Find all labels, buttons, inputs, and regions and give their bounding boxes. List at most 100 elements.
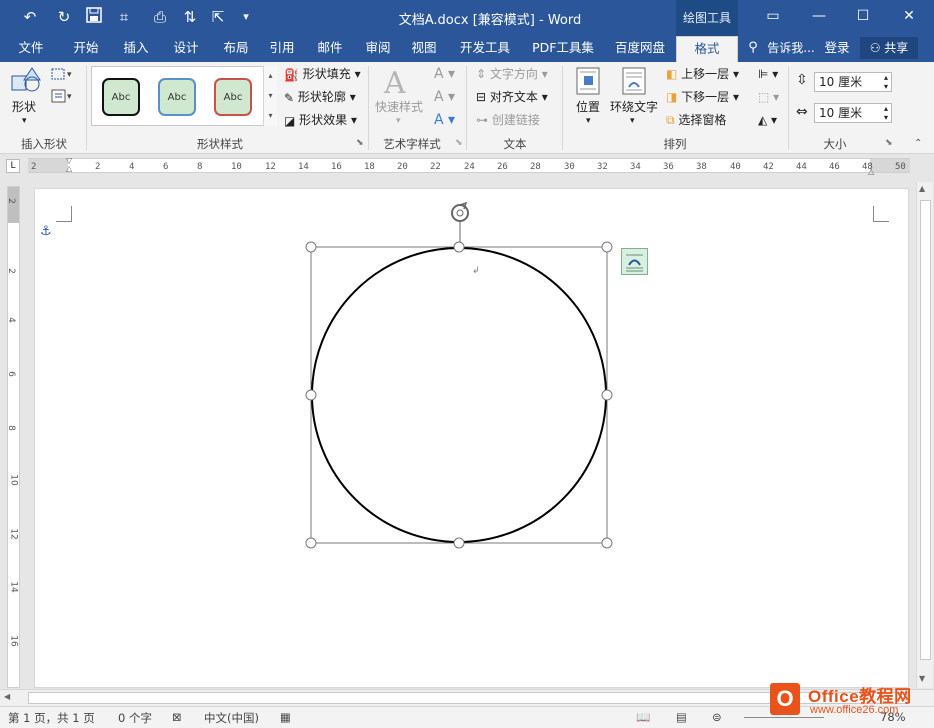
ribbon-display-icon[interactable]: ▭ — [762, 6, 784, 26]
shape-styles-gallery[interactable]: Abc Abc Abc — [91, 66, 277, 126]
rotate-handle-icon[interactable] — [451, 201, 469, 222]
quick-styles-button[interactable]: 快速样式 — [375, 98, 423, 116]
align-icon[interactable]: ⊫ ▾ — [758, 65, 778, 83]
print-preview-icon[interactable]: ⎙ — [150, 7, 170, 27]
text-box-icon[interactable]: ▾ — [50, 88, 76, 104]
tell-me-box[interactable]: 告诉我... — [762, 36, 820, 62]
quick-styles-dropdown-icon[interactable]: ▾ — [396, 116, 401, 126]
text-direction-button[interactable]: ⇕ 文字方向 ▾ — [476, 65, 548, 83]
create-link-button[interactable]: ⊶ 创建链接 — [476, 111, 540, 129]
resize-handle[interactable] — [305, 241, 317, 253]
position-icon[interactable] — [576, 67, 600, 95]
resize-handle[interactable] — [453, 537, 465, 549]
shape-width-value: 10 厘米 — [819, 106, 863, 120]
scroll-up-icon[interactable]: ▲ — [919, 184, 925, 193]
tab-design[interactable]: 设计 — [164, 36, 208, 62]
gallery-scroll[interactable]: ▴ ▾ ▾ — [263, 66, 277, 126]
shape-dropdown-icon[interactable]: ▾ — [22, 116, 27, 126]
tab-pdf-tools[interactable]: PDF工具集 — [526, 36, 600, 62]
collapse-ribbon-icon[interactable]: ⌃ — [914, 138, 922, 149]
rotate-icon[interactable]: ◭ ▾ — [758, 111, 777, 129]
shape-style-preset[interactable]: Abc — [214, 78, 252, 116]
layout-options-icon[interactable] — [621, 248, 648, 275]
tab-references[interactable]: 引用 — [260, 36, 304, 62]
resize-handle[interactable] — [601, 537, 613, 549]
group-objects-icon[interactable]: ⬚ ▾ — [758, 88, 779, 106]
text-effects-icon[interactable]: A ▾ — [434, 111, 455, 129]
resize-handle[interactable] — [453, 241, 465, 253]
selection-pane-button[interactable]: ⧉ 选择窗格 — [666, 111, 726, 129]
customize-qat-icon[interactable]: ▾ — [236, 7, 256, 27]
login-link[interactable]: 登录 — [818, 36, 856, 62]
tab-selector[interactable]: L — [6, 159, 20, 173]
web-layout-icon[interactable]: ⊜ — [712, 710, 722, 724]
print-layout-icon[interactable]: ▤ — [676, 710, 687, 724]
save-icon[interactable] — [84, 7, 104, 28]
resize-handle[interactable] — [601, 241, 613, 253]
tab-layout[interactable]: 布局 — [214, 36, 258, 62]
quick-styles-icon[interactable]: A — [384, 66, 406, 101]
touch-mode-icon[interactable]: ⇅ — [180, 7, 200, 27]
tab-view[interactable]: 视图 — [402, 36, 446, 62]
resize-handle[interactable] — [305, 389, 317, 401]
indent-marker[interactable]: ▽ △ — [66, 157, 72, 173]
width-stepper[interactable]: ▴ ▾ — [884, 104, 888, 122]
tab-format[interactable]: 格式 — [676, 36, 738, 62]
scroll-thumb[interactable] — [920, 200, 931, 660]
proofing-icon[interactable]: ⊠ — [172, 710, 182, 724]
tab-developer[interactable]: 开发工具 — [452, 36, 518, 62]
maximize-icon[interactable]: ☐ — [852, 6, 874, 26]
shape-style-preset[interactable]: Abc — [102, 78, 140, 116]
wrap-text-icon[interactable] — [622, 67, 646, 95]
dialog-launcher-icon[interactable]: ⬊ — [356, 138, 364, 148]
dialog-launcher-icon[interactable]: ⬊ — [885, 138, 893, 148]
selected-circle-shape[interactable] — [300, 200, 620, 556]
language-indicator[interactable]: 中文(中国) — [204, 710, 259, 726]
shape-button[interactable]: 形状 — [12, 98, 36, 116]
vertical-scrollbar[interactable]: ▲ ▼ — [916, 182, 933, 688]
undo-icon[interactable]: ↶ — [20, 7, 40, 27]
format-painter-icon[interactable]: ⌗ — [114, 7, 134, 27]
select-icon[interactable]: ⇱ — [208, 7, 228, 27]
read-mode-icon[interactable]: 📖 — [636, 710, 650, 724]
resize-handle[interactable] — [601, 389, 613, 401]
shape-style-preset[interactable]: Abc — [158, 78, 196, 116]
share-button[interactable]: ⚇ 共享 — [860, 37, 918, 59]
align-text-button[interactable]: ⊟ 对齐文本 ▾ — [476, 88, 548, 106]
word-count[interactable]: 0 个字 — [118, 710, 152, 726]
position-dropdown-icon[interactable]: ▾ — [586, 116, 591, 126]
tab-mailings[interactable]: 邮件 — [308, 36, 352, 62]
redo-icon[interactable]: ↻ — [54, 7, 74, 27]
text-outline-icon[interactable]: A ▾ — [434, 88, 455, 106]
circle-shape[interactable] — [311, 247, 607, 543]
minimize-icon[interactable]: — — [808, 6, 830, 26]
resize-handle[interactable] — [305, 537, 317, 549]
tab-baidu-netdisk[interactable]: 百度网盘 — [606, 36, 674, 62]
send-backward-button[interactable]: ◨ 下移一层 ▾ — [666, 88, 739, 106]
close-icon[interactable]: ✕ — [898, 6, 920, 26]
shape-height-field[interactable]: 10 厘米 ▴ ▾ — [814, 72, 892, 92]
right-indent-marker[interactable]: △ — [868, 167, 874, 176]
wrap-text-button[interactable]: 环绕文字 — [610, 98, 658, 116]
text-fill-icon[interactable]: A ▾ — [434, 65, 455, 83]
shapes-gallery-icon[interactable] — [10, 66, 42, 94]
tab-insert[interactable]: 插入 — [114, 36, 158, 62]
vertical-ruler[interactable] — [7, 186, 20, 688]
height-stepper[interactable]: ▴ ▾ — [884, 73, 888, 91]
page-count[interactable]: 第 1 页，共 1 页 — [8, 710, 95, 726]
tab-home[interactable]: 开始 — [64, 36, 108, 62]
shape-width-field[interactable]: 10 厘米 ▴ ▾ — [814, 103, 892, 123]
tab-review[interactable]: 审阅 — [356, 36, 400, 62]
shape-effects-button[interactable]: ◪ 形状效果 ▾ — [284, 111, 357, 130]
ruler-margin-top — [8, 187, 19, 223]
shape-fill-button[interactable]: ⛽ 形状填充 ▾ — [284, 65, 361, 84]
macro-icon[interactable]: ▦ — [280, 710, 291, 724]
tab-file[interactable]: 文件 — [10, 36, 52, 62]
position-button[interactable]: 位置 — [576, 98, 600, 116]
bring-forward-button[interactable]: ◧ 上移一层 ▾ — [666, 65, 739, 83]
shape-outline-button[interactable]: ✎ 形状轮廓 ▾ — [284, 88, 356, 107]
edit-shape-icon[interactable]: ▾ — [50, 66, 76, 82]
scroll-left-icon[interactable]: ◀ — [4, 692, 10, 701]
wrap-dropdown-icon[interactable]: ▾ — [630, 116, 635, 126]
dialog-launcher-icon[interactable]: ⬊ — [455, 138, 463, 148]
